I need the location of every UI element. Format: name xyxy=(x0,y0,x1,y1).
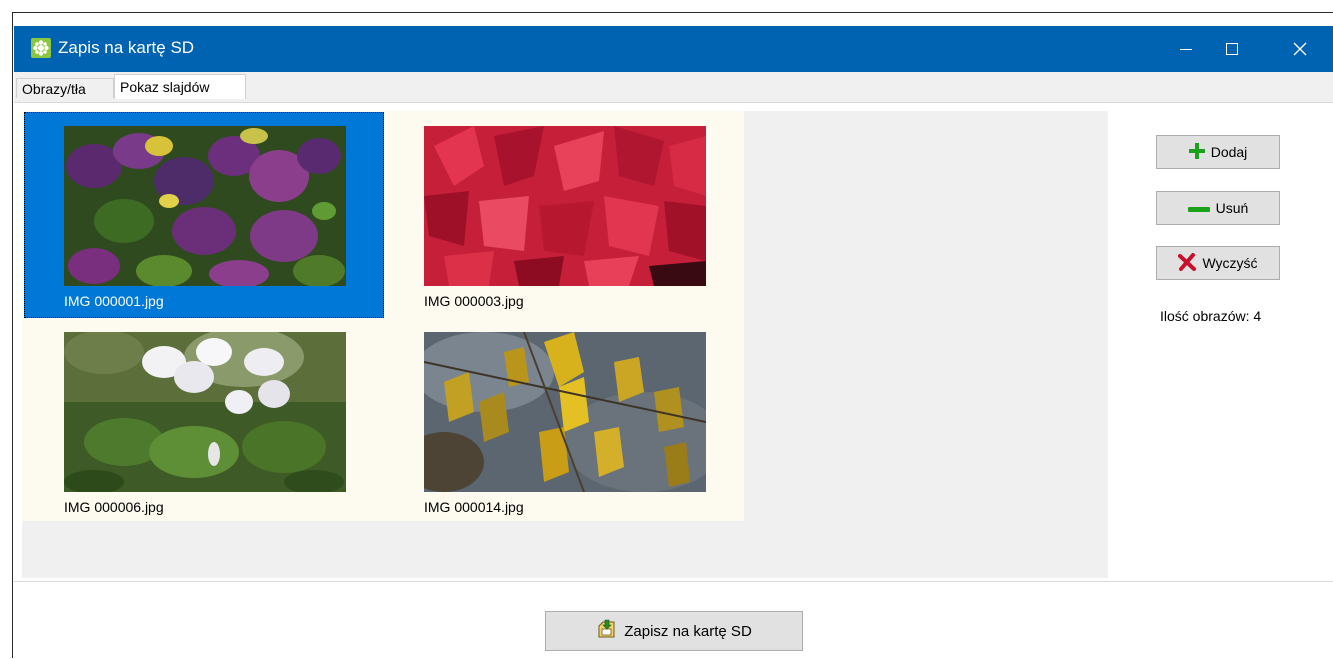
thumbnail-filename: IMG 000014.jpg xyxy=(424,499,524,515)
maximize-button[interactable] xyxy=(1209,26,1255,72)
white-flowers-photo xyxy=(64,332,346,492)
minimize-button[interactable] xyxy=(1163,26,1209,72)
title-bar[interactable]: Zapis na kartę SD xyxy=(14,26,1333,72)
footer-separator xyxy=(14,581,1333,582)
screen-frame-top xyxy=(12,12,1333,13)
thumbnail-item[interactable]: IMG 000001.jpg xyxy=(24,112,384,318)
tab-slideshow[interactable]: Pokaz slajdów xyxy=(114,74,246,99)
thumbnail-grid: IMG 000001.jpg IMG 000003.jpg IMG 000006… xyxy=(22,111,744,521)
add-button-label: Dodaj xyxy=(1210,144,1248,160)
window-title: Zapis na kartę SD xyxy=(58,38,195,57)
maximize-icon xyxy=(1226,43,1238,55)
clear-button[interactable]: Wyczyść xyxy=(1156,246,1280,280)
thumbnail-filename: IMG 000001.jpg xyxy=(64,293,164,309)
slideshow-panel: IMG 000001.jpg IMG 000003.jpg IMG 000006… xyxy=(14,102,1333,659)
thumbnail-item[interactable]: IMG 000014.jpg xyxy=(384,318,744,524)
minimize-icon xyxy=(1180,49,1192,50)
remove-button[interactable]: Usuń xyxy=(1156,191,1280,225)
add-button[interactable]: Dodaj xyxy=(1156,135,1280,169)
close-icon xyxy=(1293,42,1307,56)
thumbnail-list[interactable]: IMG 000001.jpg IMG 000003.jpg IMG 000006… xyxy=(22,111,1108,578)
save-to-sd-icon xyxy=(596,619,616,643)
remove-button-label: Usuń xyxy=(1215,200,1249,216)
yellow-leaves-photo xyxy=(424,332,706,492)
purple-leaves-photo xyxy=(64,126,346,286)
tab-strip: Obrazy/tła Pokaz slajdów xyxy=(14,72,1333,102)
plus-icon xyxy=(1188,142,1205,162)
tab-images-backgrounds[interactable]: Obrazy/tła xyxy=(16,78,114,98)
image-count: Ilość obrazów: 4 xyxy=(1160,308,1262,324)
minus-icon xyxy=(1187,200,1210,216)
x-mark-icon xyxy=(1178,252,1197,274)
red-leaves-photo xyxy=(424,126,706,286)
save-to-sd-label: Zapisz na kartę SD xyxy=(624,622,752,640)
thumbnail-item[interactable]: IMG 000003.jpg xyxy=(384,112,744,318)
thumbnail-filename: IMG 000006.jpg xyxy=(64,499,164,515)
screen-frame-left xyxy=(12,12,13,658)
clear-button-label: Wyczyść xyxy=(1202,255,1258,271)
save-to-sd-button[interactable]: Zapisz na kartę SD xyxy=(545,611,803,651)
close-button[interactable] xyxy=(1277,26,1323,72)
thumbnail-filename: IMG 000003.jpg xyxy=(424,293,524,309)
thumbnail-item[interactable]: IMG 000006.jpg xyxy=(24,318,384,524)
sd-card-app-icon xyxy=(31,38,51,58)
sd-card-dialog: Zapis na kartę SD Obrazy/tła Pokaz slajd… xyxy=(14,26,1333,659)
